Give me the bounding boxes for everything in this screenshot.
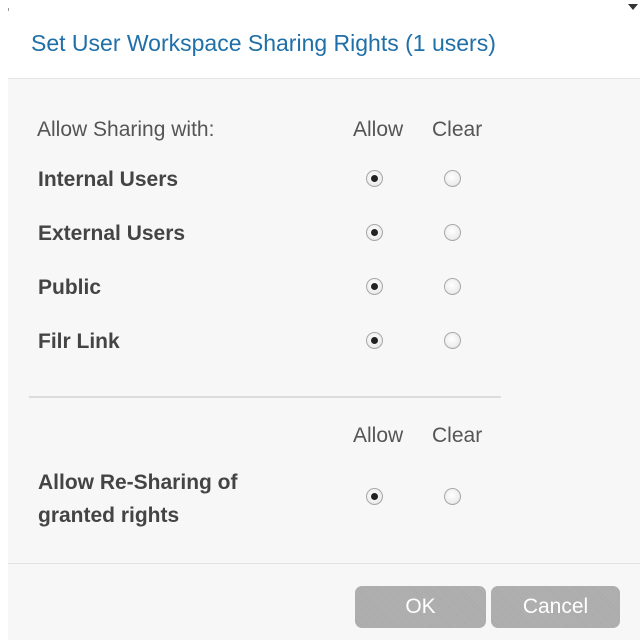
sharing-rights-dialog: Set User Workspace Sharing Rights (1 use…	[0, 0, 640, 640]
public-allow-radio[interactable]	[366, 278, 383, 295]
dialog-title: Set User Workspace Sharing Rights (1 use…	[31, 30, 496, 56]
allow-column-header: Allow	[353, 118, 404, 141]
dialog-header: Set User Workspace Sharing Rights (1 use…	[0, 0, 640, 79]
resharing-allow-radio[interactable]	[366, 488, 383, 505]
external-users-clear-radio[interactable]	[444, 224, 461, 241]
clear-column-header: Clear	[432, 118, 483, 141]
resharing-clear-header: Clear	[432, 424, 483, 447]
resharing-allow-header: Allow	[353, 424, 404, 447]
public-label: Public	[38, 276, 102, 299]
left-edge	[0, 0, 8, 640]
filr-link-allow-radio[interactable]	[366, 332, 383, 349]
resharing-label-line1: Allow Re-Sharing of	[38, 471, 238, 494]
ok-button[interactable]: OK	[355, 586, 486, 628]
dropdown-arrow-icon	[628, 4, 638, 10]
internal-users-allow-radio[interactable]	[366, 170, 383, 187]
filr-link-label: Filr Link	[38, 330, 120, 353]
external-users-label: External Users	[38, 222, 186, 245]
public-clear-radio[interactable]	[444, 278, 461, 295]
cancel-button[interactable]: Cancel	[491, 586, 620, 628]
internal-users-label: Internal Users	[38, 168, 179, 191]
section-divider	[29, 396, 501, 398]
external-users-allow-radio[interactable]	[366, 224, 383, 241]
resharing-clear-radio[interactable]	[444, 488, 461, 505]
resharing-label-line2: granted rights	[38, 504, 180, 527]
internal-users-clear-radio[interactable]	[444, 170, 461, 187]
allow-sharing-with-label: Allow Sharing with:	[37, 118, 215, 141]
filr-link-clear-radio[interactable]	[444, 332, 461, 349]
